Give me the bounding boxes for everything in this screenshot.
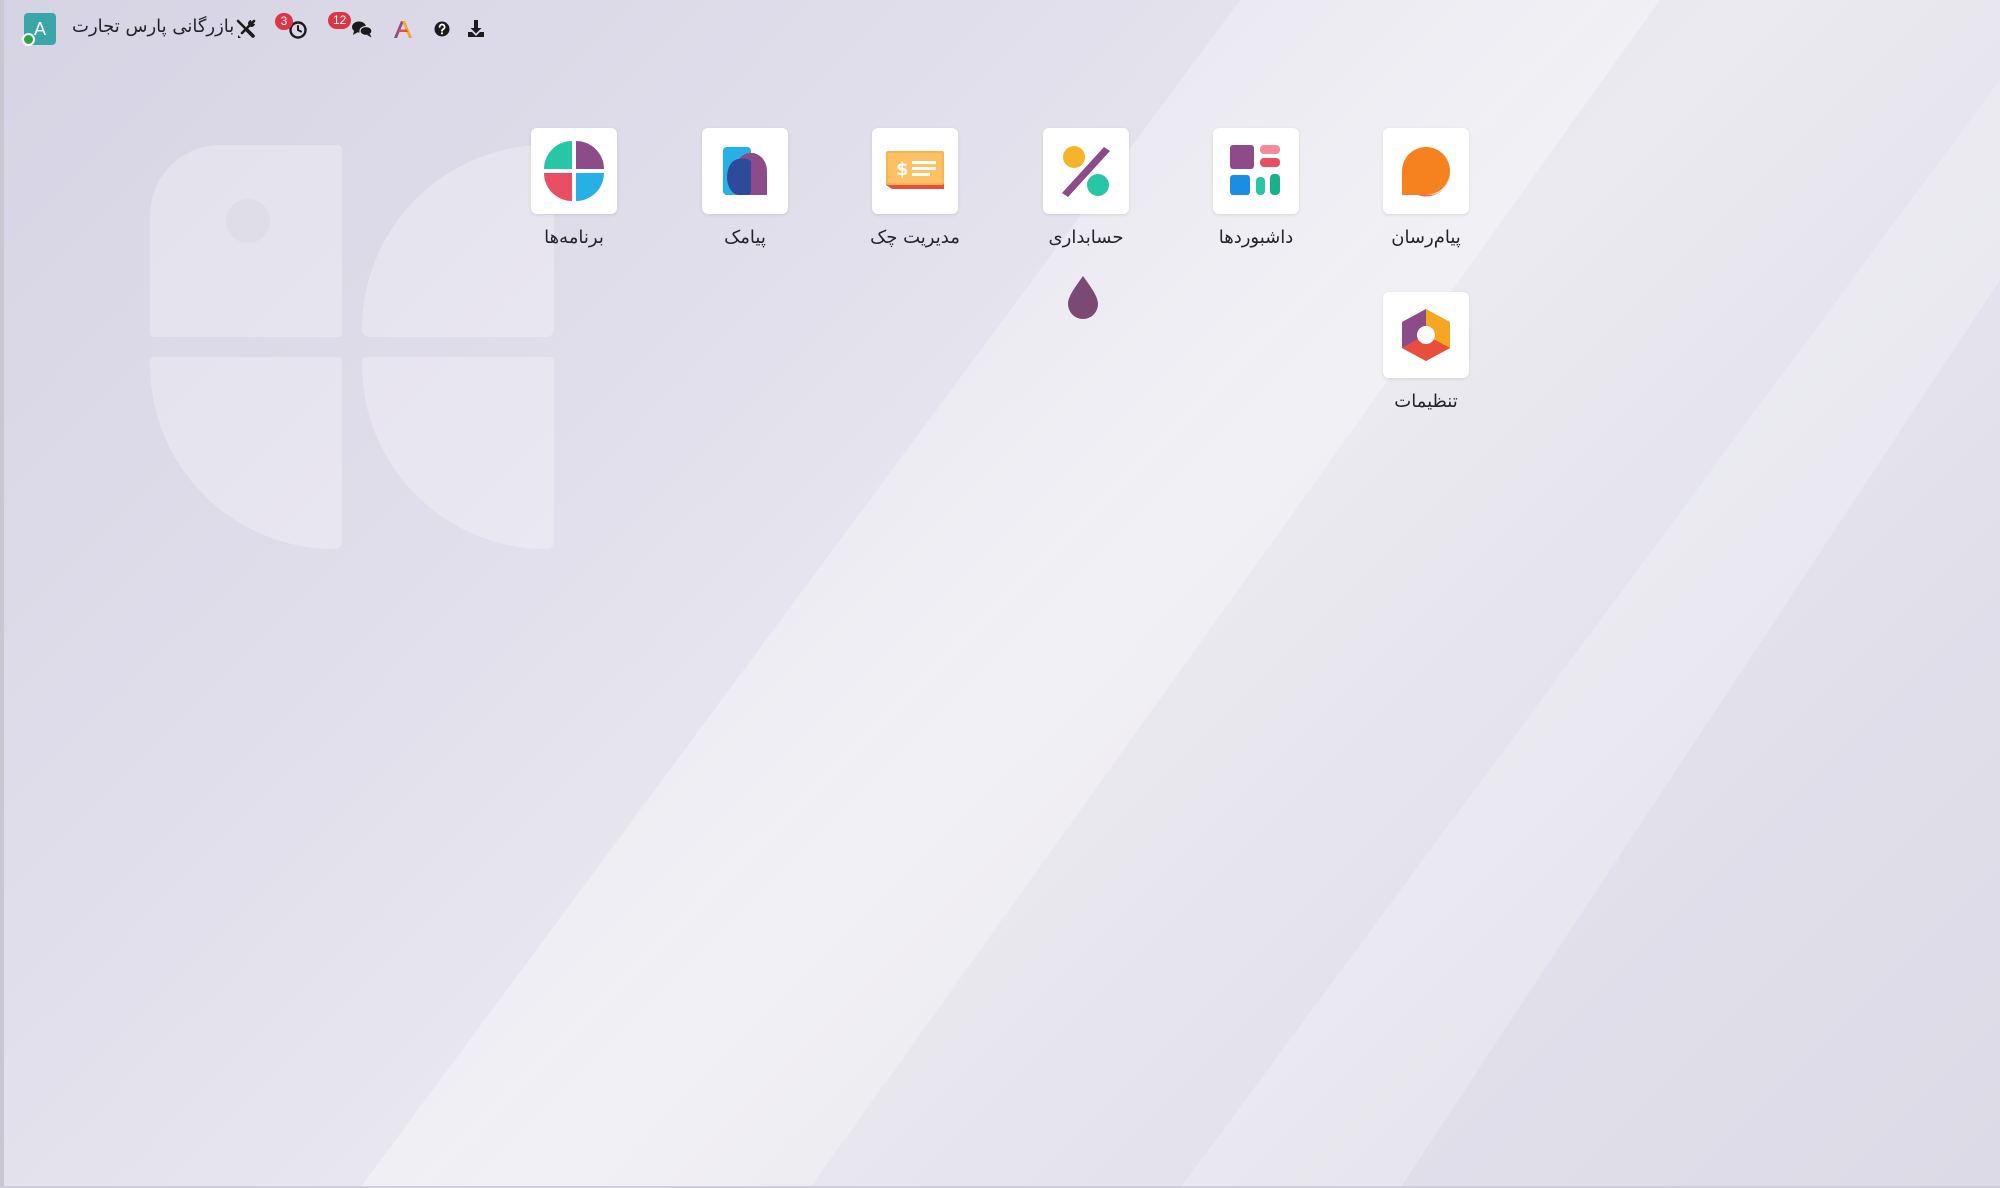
app-sms[interactable]: پیامک — [680, 128, 810, 248]
app-tile[interactable] — [702, 128, 788, 214]
drop-icon — [1068, 276, 1098, 319]
app-label: تنظیمات — [1394, 391, 1458, 412]
brand-logo-icon[interactable] — [391, 17, 415, 41]
chat-icon[interactable] — [350, 17, 374, 41]
apps-icon — [544, 141, 604, 201]
app-tile[interactable] — [1383, 292, 1469, 378]
online-status-dot — [22, 33, 35, 46]
download-icon[interactable] — [464, 17, 488, 41]
messages-count-badge: 12 — [328, 12, 352, 29]
sms-icon — [723, 147, 768, 195]
accounting-icon — [1062, 146, 1110, 197]
app-accounting[interactable]: حسابداری — [1021, 128, 1151, 248]
app-settings[interactable]: تنظیمات — [1361, 292, 1491, 412]
app-label: پیامک — [724, 227, 766, 248]
activity-count-badge: 3 — [275, 13, 293, 30]
watermark-dot — [226, 199, 270, 243]
settings-icon — [1402, 309, 1450, 361]
watermark-quadrant — [362, 357, 554, 549]
app-tile[interactable]: $ — [872, 128, 958, 214]
app-label: پیام‌رسان — [1391, 227, 1461, 248]
app-tile[interactable] — [1383, 128, 1469, 214]
top-navbar: A بازرگانی پارس تجارت 3 12 — [0, 0, 2000, 58]
svg-text:$: $ — [896, 159, 909, 180]
app-label: برنامه‌ها — [544, 227, 604, 248]
check-management-icon: $ — [886, 151, 944, 189]
discuss-icon — [1402, 147, 1451, 197]
app-label: داشبوردها — [1218, 227, 1294, 248]
app-label: حسابداری — [1048, 227, 1124, 248]
app-tile[interactable] — [531, 128, 617, 214]
window-left-edge — [0, 0, 4, 1188]
company-switcher[interactable]: بازرگانی پارس تجارت — [72, 16, 234, 37]
app-apps[interactable]: برنامه‌ها — [509, 128, 639, 248]
help-icon[interactable] — [430, 17, 454, 41]
app-tile[interactable] — [1043, 128, 1129, 214]
app-discuss[interactable]: پیام‌رسان — [1361, 128, 1491, 248]
app-label: مدیریت چک — [870, 227, 960, 248]
dashboards-icon — [1230, 145, 1280, 195]
watermark-quadrant — [150, 357, 342, 549]
app-tile[interactable] — [1213, 128, 1299, 214]
app-dashboards[interactable]: داشبوردها — [1191, 128, 1321, 248]
debug-tools-icon[interactable] — [234, 17, 258, 41]
app-check-management[interactable]: $ مدیریت چک — [850, 128, 980, 248]
background-watermark-logo — [150, 145, 560, 555]
